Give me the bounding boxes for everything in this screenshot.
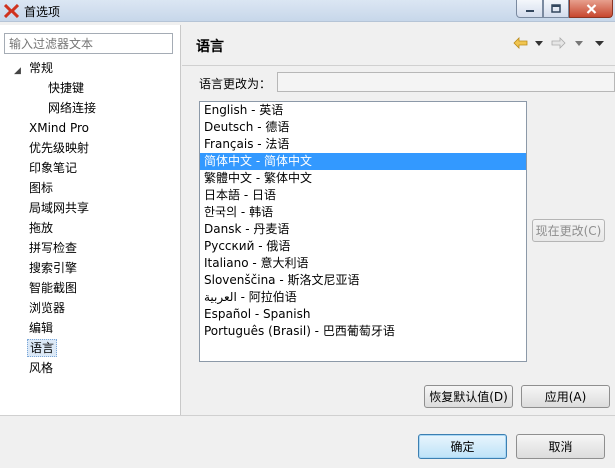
language-list-item[interactable]: Русский - 俄语 [200,238,526,255]
cancel-button[interactable]: 取消 [516,434,605,459]
dialog-divider [0,415,615,416]
filter-input[interactable] [4,33,173,54]
preferences-window: 首选项 ◢ 常规快捷键网络连接 XMind Pro 优先级映射印象笔记图标局域网共享… [0,0,615,468]
language-list-item[interactable]: English - 英语 [200,102,526,119]
tree-item[interactable]: 风格 [27,359,55,377]
maximize-button[interactable] [543,0,569,18]
window-title: 首选项 [24,5,61,19]
view-menu-button[interactable] [595,36,604,50]
language-list-item[interactable]: Slovenščina - 斯洛文尼亚语 [200,272,526,289]
page-title: 语言 [196,39,224,55]
tree-item[interactable]: 语言 [27,339,58,357]
change-language-label: 语言更改为： [199,77,272,91]
change-now-button[interactable]: 现在更改(C) [532,219,605,242]
back-history-dropdown[interactable] [535,36,543,50]
maximize-icon [551,4,561,13]
back-arrow-icon [513,37,528,49]
tree-item[interactable]: 印象笔记 [27,159,79,177]
chevron-down-icon [575,40,583,46]
tree-item[interactable]: XMind Pro [27,119,91,137]
language-list-item[interactable]: 日本語 - 日语 [200,187,526,204]
language-page: 语言 语言更改为： English - 英语 Deutsch - 德语 França… [182,25,615,415]
ok-button[interactable]: 确定 [418,434,507,459]
tree-item[interactable]: 图标 [27,179,55,197]
close-icon [586,3,596,14]
tree-item[interactable]: 搜索引擎 [27,259,79,277]
language-list-item[interactable]: Deutsch - 德语 [200,119,526,136]
forward-arrow-icon [551,37,566,49]
chevron-down-icon [595,40,604,46]
tree-item[interactable]: 快捷键 [46,79,86,97]
tree-item[interactable]: 拼写检查 [27,239,79,257]
language-list-item[interactable]: العربية - 阿拉伯语 [200,289,526,306]
chevron-down-icon [535,40,543,46]
language-list-item[interactable]: Dansk - 丹麦语 [200,221,526,238]
xmind-logo-icon [4,4,19,18]
close-window-button[interactable] [569,0,613,18]
tree-item[interactable]: 编辑 [27,319,55,337]
preferences-nav-pane: ◢ 常规快捷键网络连接 XMind Pro 优先级映射印象笔记图标局域网共享拖放拼写… [0,25,181,415]
tree-item[interactable]: 浏览器 [27,299,67,317]
forward-button[interactable] [551,36,566,50]
tree-item[interactable]: 局域网共享 [27,199,91,217]
language-list-item[interactable]: 简体中文 - 简体中文 [200,153,526,170]
tree-item[interactable]: 优先级映射 [27,139,91,157]
tree-item[interactable]: 智能截图 [27,279,79,297]
back-button[interactable] [513,36,528,50]
language-list-item[interactable]: 繁體中文 - 繁体中文 [200,170,526,187]
language-list[interactable]: English - 英语 Deutsch - 德语 Français - 法语 简体中… [199,101,527,362]
language-list-item[interactable]: 한국의 - 韩语 [200,204,526,221]
minimize-icon [525,9,534,12]
language-list-item[interactable]: Italiano - 意大利语 [200,255,526,272]
minimize-button[interactable] [516,0,543,18]
title-divider [182,65,615,66]
forward-history-dropdown[interactable] [575,36,583,50]
language-list-item[interactable]: Français - 法语 [200,136,526,153]
title-bar[interactable]: 首选项 [0,0,615,22]
restore-defaults-button[interactable]: 恢复默认值(D) [424,385,513,408]
tree-item[interactable]: 网络连接 [46,99,98,117]
language-list-item[interactable]: Español - Spanish [200,306,526,323]
tree-item[interactable]: 常规 [27,59,55,77]
change-language-field [277,72,615,92]
language-list-item[interactable]: Português (Brasil) - 巴西葡萄牙语 [200,323,526,340]
tree-expand-toggle-icon[interactable]: ◢ [14,66,21,76]
tree-item[interactable]: 拖放 [27,219,55,237]
apply-button[interactable]: 应用(A) [521,385,610,408]
